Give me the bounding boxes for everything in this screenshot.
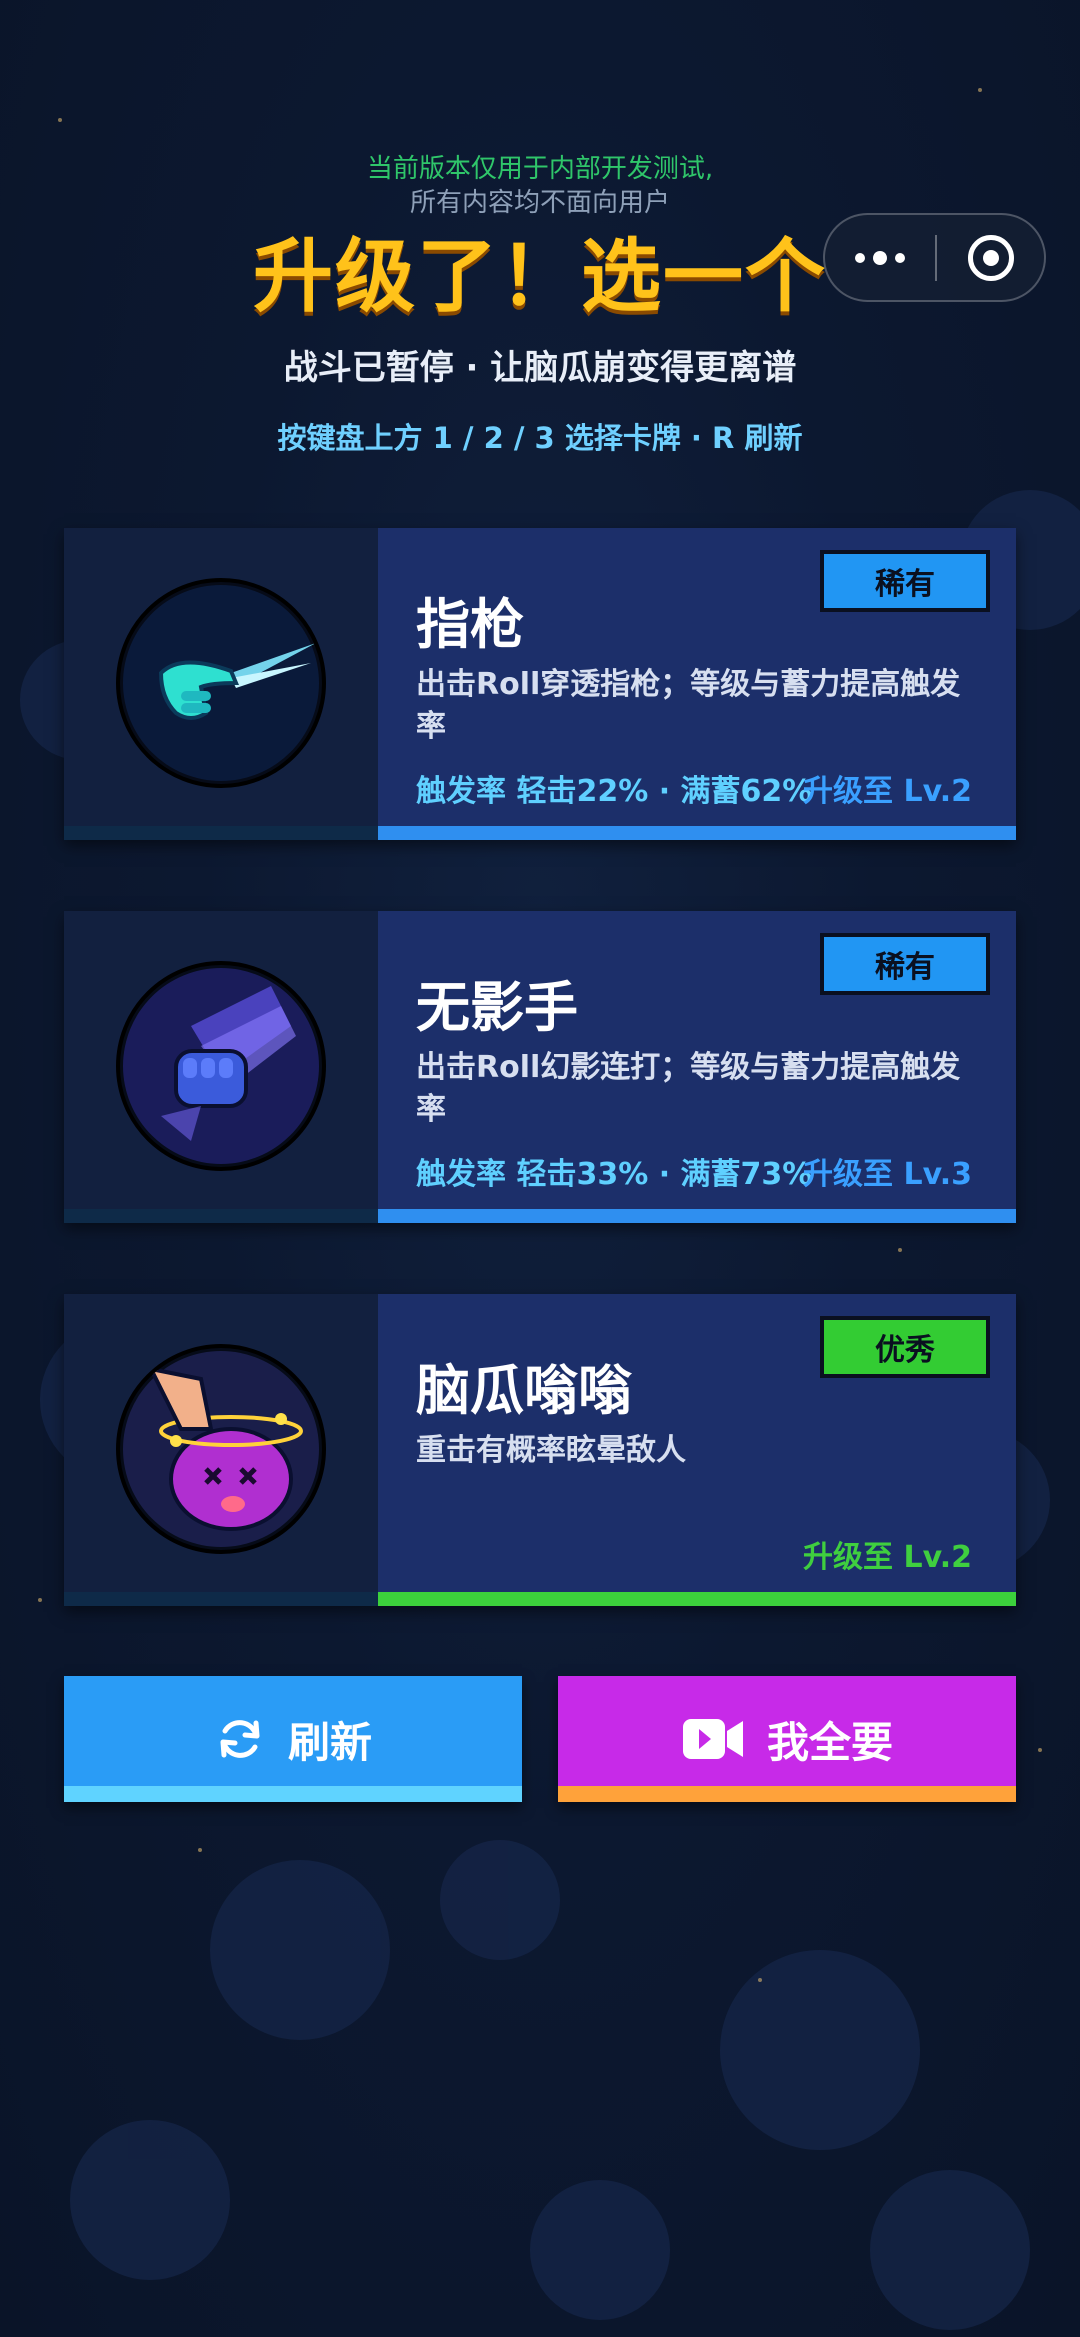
rarity-badge: 优秀	[820, 1316, 990, 1378]
card-icon-panel	[64, 528, 378, 840]
take-all-button[interactable]: 我全要	[558, 1676, 1016, 1802]
refresh-button[interactable]: 刷新	[64, 1676, 522, 1802]
video-camera-icon	[681, 1715, 745, 1763]
dev-notice: 当前版本仅用于内部开发测试, 所有内容均不面向用户	[0, 152, 1080, 220]
upgrade-level: 升级至 Lv.2	[803, 774, 972, 809]
card-name: 脑瓜嗡嗡	[416, 1359, 632, 1422]
finger-gun-icon	[116, 578, 326, 788]
dizzy-head-icon	[116, 1344, 326, 1554]
upgrade-card-2[interactable]: 稀有 无影手 出击Roll幻影连打；等级与蓄力提高触发率 触发率 轻击33% ·…	[64, 911, 1016, 1223]
card-description: 重击有概率眩晕敌人	[416, 1433, 686, 1468]
more-dots-icon[interactable]	[825, 215, 935, 300]
mini-program-capsule	[823, 213, 1046, 302]
button-underline	[558, 1786, 1016, 1802]
card-name: 指枪	[416, 593, 524, 656]
upgrade-level: 升级至 Lv.3	[803, 1157, 972, 1192]
card-bottom-bar	[64, 1592, 1016, 1606]
rarity-badge: 稀有	[820, 550, 990, 612]
card-icon-panel	[64, 1294, 378, 1606]
take-all-label: 我全要	[766, 1717, 893, 1767]
card-description: 出击Roll穿透指枪；等级与蓄力提高触发率	[416, 667, 961, 744]
phantom-fist-icon	[116, 961, 326, 1171]
target-circle-icon[interactable]	[937, 234, 1044, 281]
trigger-rate: 触发率 轻击22% · 满蓄62%	[416, 774, 813, 809]
rarity-badge: 稀有	[820, 933, 990, 995]
trigger-rate: 触发率 轻击33% · 满蓄73%	[416, 1157, 813, 1192]
card-bottom-bar	[64, 1209, 1016, 1223]
subtitle: 战斗已暂停 · 让脑瓜崩变得更离谱	[283, 348, 797, 388]
card-icon-panel	[64, 911, 378, 1223]
refresh-icon	[214, 1713, 266, 1765]
card-name: 无影手	[416, 976, 578, 1039]
card-bottom-bar	[64, 826, 1016, 840]
upgrade-card-3[interactable]: 优秀 脑瓜嗡嗡 重击有概率眩晕敌人 升级至 Lv.2	[64, 1294, 1016, 1606]
card-description: 出击Roll幻影连打；等级与蓄力提高触发率	[416, 1050, 961, 1127]
dev-notice-line1: 当前版本仅用于内部开发测试,	[366, 154, 714, 184]
upgrade-level: 升级至 Lv.2	[803, 1540, 972, 1575]
refresh-label: 刷新	[287, 1717, 372, 1767]
button-underline	[64, 1786, 522, 1802]
upgrade-card-1[interactable]: 稀有 指枪 出击Roll穿透指枪；等级与蓄力提高触发率 触发率 轻击22% · …	[64, 528, 1016, 840]
keyboard-hint: 按键盘上方 1 / 2 / 3 选择卡牌 · R 刷新	[277, 421, 803, 455]
